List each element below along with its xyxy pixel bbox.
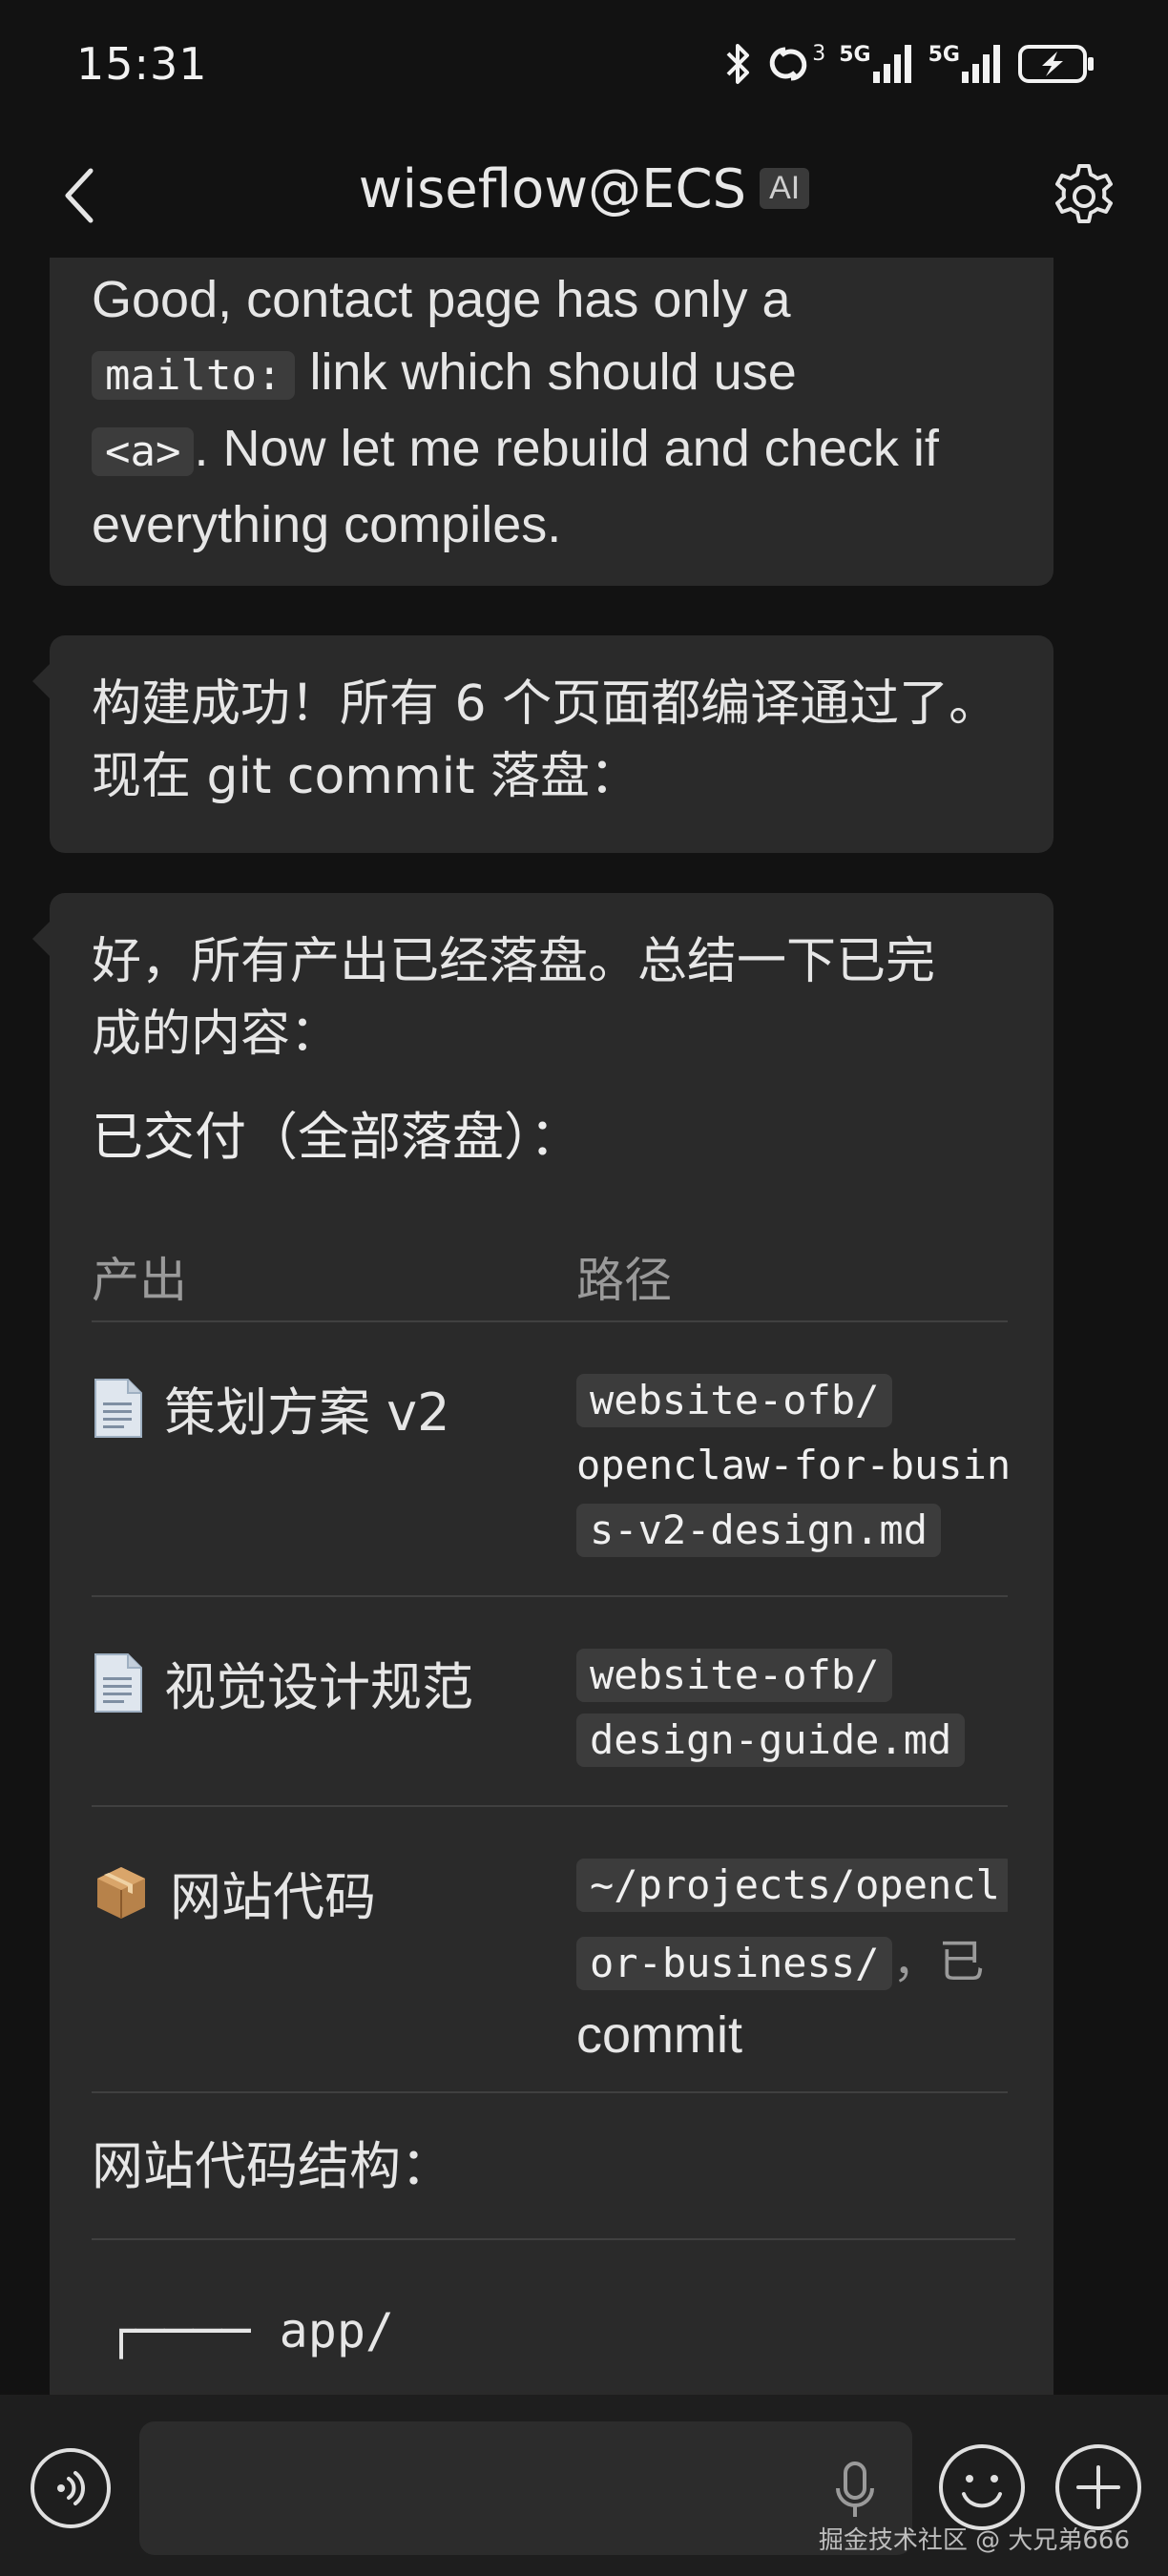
package-icon (97, 1866, 145, 1919)
message-text: Good, contact page has only a mailto: li… (92, 271, 939, 553)
signal-5g-icon-1: 5G (839, 43, 914, 85)
structure-title: 网站代码结构： (92, 2136, 452, 2196)
input-bar: 掘金技术社区 @ 大兄弟666 (0, 2395, 1168, 2576)
smiley-icon (962, 2475, 1002, 2508)
chat-title: wiseflow@ECS AI (0, 158, 1168, 220)
message-input[interactable] (139, 2421, 912, 2555)
ai-badge: AI (760, 168, 810, 210)
inline-code: mailto: (92, 351, 296, 400)
message-bubble: Good, contact page has only a mailto: li… (50, 258, 1053, 586)
table-row: 网站代码 ~/projects/opencl or-business/，已 co… (92, 1807, 1008, 2093)
document-icon (94, 1652, 142, 1713)
deliverables-table: 产出 路径 策划方案 v2 website-ofb/ openclaw-for-… (92, 1208, 1008, 2093)
table-header: 产出 路径 (92, 1208, 1008, 1322)
message-bubble: 好，所有产出已经落盘。总结一下已完 成的内容： 已交付（全部落盘）： 产出 路径 (32, 893, 1053, 2395)
code-tree-line: ┌──── app/ (107, 2303, 395, 2358)
chat-header: wiseflow@ECS AI (0, 134, 1168, 258)
chat-screen: 15:31 3 5G 5G wiseflow@ECS AI Good, cont… (0, 0, 1168, 2576)
message-text: 好，所有产出已经落盘。总结一下已完 成的内容： (92, 933, 936, 1063)
speaker-wave-icon (57, 2471, 85, 2505)
bluetooth-icon (726, 44, 750, 84)
column-header: 产出 (92, 1253, 187, 1308)
settings-button[interactable] (1046, 158, 1122, 235)
column-header: 路径 (576, 1253, 672, 1308)
signal-5g-icon-2: 5G (928, 43, 1004, 85)
emoji-button[interactable] (939, 2444, 1025, 2530)
delivered-title: 已交付（全部落盘）： (92, 1107, 581, 1167)
status-time: 15:31 (76, 38, 208, 90)
divider (92, 2238, 1015, 2240)
battery-charging-icon (1018, 45, 1094, 83)
deliverable-path: website-ofb/ openclaw-for-busin s-v2-des… (576, 1374, 1008, 1568)
plus-icon (1076, 2465, 1120, 2509)
inline-code: <a> (92, 427, 195, 476)
hotspot-icon: 3 (766, 42, 825, 86)
document-icon (94, 1378, 142, 1438)
message-list[interactable]: Good, contact page has only a mailto: li… (0, 258, 1168, 2395)
deliverable-label: 网站代码 (170, 1867, 376, 1927)
gear-icon (1055, 164, 1113, 223)
status-icons: 3 5G 5G (724, 42, 1095, 86)
microphone-icon (836, 2462, 874, 2517)
network-superscript: 3 (812, 42, 826, 66)
watermark: 掘金技术社区 @ 大兄弟666 (818, 2526, 1130, 2555)
chat-title-text: wiseflow@ECS (358, 158, 747, 220)
status-bar: 15:31 3 5G 5G (0, 0, 1168, 134)
microphone-button[interactable] (826, 2458, 884, 2524)
table-row: 视觉设计规范 website-ofb/ design-guide.md (92, 1597, 1008, 1807)
deliverable-label: 视觉设计规范 (164, 1657, 473, 1717)
message-bubble: 构建成功！所有 6 个页面都编译通过了。 现在 git commit 落盘： (32, 635, 1053, 853)
deliverable-path: website-ofb/ design-guide.md (576, 1649, 1008, 1778)
deliverable-label: 策划方案 v2 (164, 1382, 450, 1443)
add-attachment-button[interactable] (1055, 2444, 1141, 2530)
table-row: 策划方案 v2 website-ofb/ openclaw-for-busin … (92, 1322, 1008, 1597)
voice-mode-button[interactable] (31, 2448, 111, 2528)
deliverable-path: ~/projects/opencl or-business/，已 commit (576, 1859, 1008, 2068)
message-text: 构建成功！所有 6 个页面都编译通过了。 现在 git commit 落盘： (92, 675, 999, 805)
